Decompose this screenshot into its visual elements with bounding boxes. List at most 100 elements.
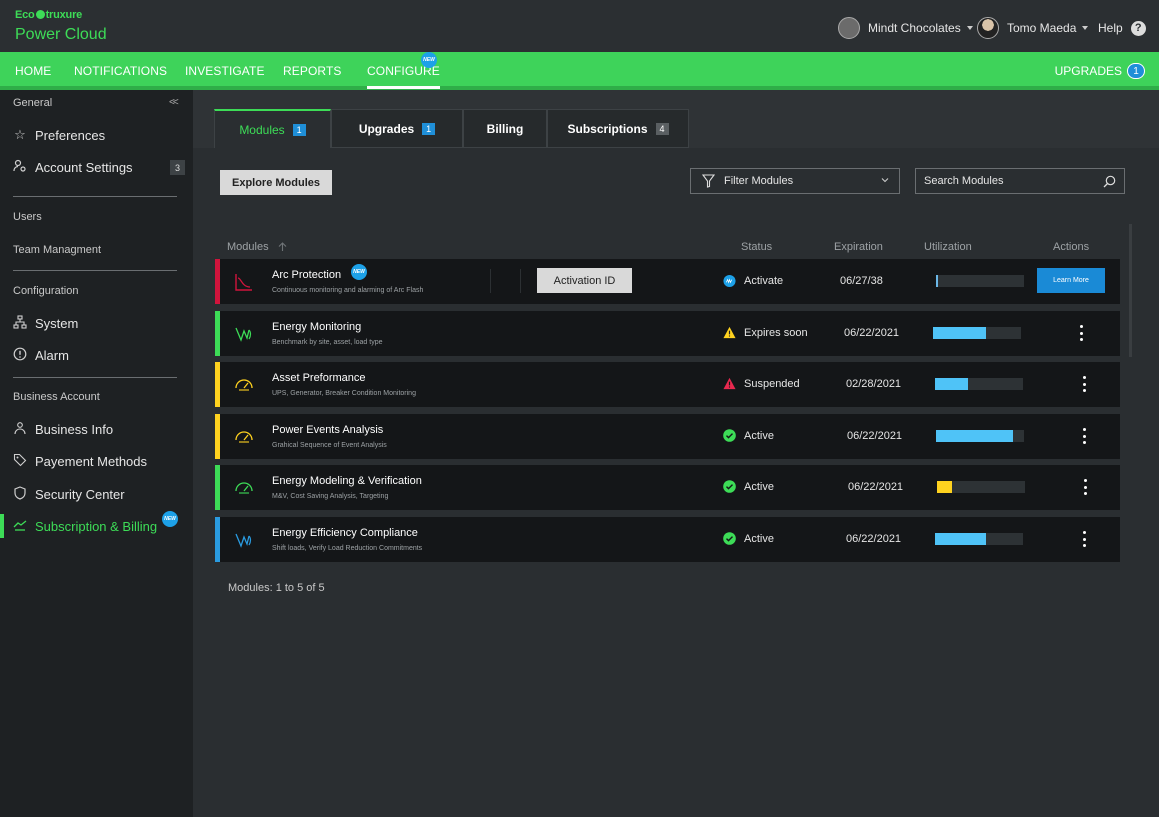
sidebar-item-business-info[interactable]: Business Info: [13, 421, 113, 438]
more-actions-icon[interactable]: [1081, 531, 1087, 547]
status-cell: Expires soon: [723, 326, 808, 339]
modules-count-badge: 1: [292, 123, 306, 136]
alert-circle-icon: [13, 347, 27, 364]
module-subtitle: M&V, Cost Saving Analysis, Targeting: [272, 493, 389, 500]
section-business-account: Business Account: [13, 391, 100, 403]
tab-subscriptions[interactable]: Subscriptions 4: [547, 109, 689, 148]
new-badge: NEW: [162, 511, 178, 527]
nav-notifications[interactable]: NOTIFICATIONS: [74, 64, 167, 78]
expiration-date: 02/28/2021: [846, 378, 902, 390]
nav-home[interactable]: HOME: [15, 64, 51, 78]
chevron-down-icon: [881, 177, 889, 183]
account-switcher[interactable]: Mindt Chocolates: [838, 16, 973, 40]
section-users[interactable]: Users: [13, 211, 42, 223]
activation-id-button[interactable]: Activation ID: [537, 268, 632, 293]
table-row[interactable]: Energy Modeling & Verification M&V, Cost…: [215, 465, 1120, 510]
more-actions-icon[interactable]: [1078, 325, 1084, 341]
column-actions: Actions: [1053, 241, 1090, 253]
utilization-bar: [933, 327, 1021, 339]
explore-modules-button[interactable]: Explore Modules: [220, 170, 332, 195]
settings-sidebar: General << ☆ Preferences Account Setting…: [0, 90, 193, 817]
module-subtitle: UPS, Generator, Breaker Condition Monito…: [272, 390, 416, 397]
utilization-fill: [936, 275, 938, 287]
table-row[interactable]: Energy Efficiency Compliance Shift loads…: [215, 517, 1120, 562]
sidebar-item-payment-methods[interactable]: Payement Methods: [13, 453, 147, 470]
arc-flash-icon: [234, 272, 254, 292]
expiration-date: 06/22/2021: [848, 481, 904, 493]
module-subtitle: Continuous monitoring and alarming of Ar…: [272, 287, 424, 294]
search-input[interactable]: [924, 175, 1094, 187]
new-badge-icon: [723, 274, 736, 287]
check-circle-icon: [723, 532, 736, 545]
utilization-fill: [935, 533, 987, 545]
sidebar-item-system[interactable]: System: [13, 315, 78, 332]
nav-investigate[interactable]: INVESTIGATE: [185, 64, 265, 78]
expiration-date: 06/27/38: [840, 275, 883, 287]
section-team-management[interactable]: Team Managment: [13, 244, 101, 256]
search-icon[interactable]: [1103, 175, 1116, 188]
divider: [520, 269, 521, 293]
nav-reports[interactable]: REPORTS: [283, 64, 342, 78]
utilization-bar: [936, 275, 1024, 287]
status-cell: Active: [723, 480, 774, 493]
tag-icon: [13, 453, 27, 470]
tab-billing[interactable]: Billing: [463, 109, 547, 148]
expiration-date: 06/22/2021: [847, 430, 903, 442]
utilization-bar: [937, 481, 1025, 493]
row-color-stripe: [215, 311, 220, 356]
check-circle-icon: [723, 480, 736, 493]
new-badge: NEW: [421, 52, 437, 68]
pagination-summary: Modules: 1 to 5 of 5: [228, 582, 325, 594]
user-menu[interactable]: Tomo Maeda: [977, 16, 1089, 40]
check-circle-icon: [723, 429, 736, 442]
utilization-bar: [935, 378, 1023, 390]
module-subtitle: Shift loads, Verify Load Reduction Commi…: [272, 545, 423, 552]
sidebar-item-alarm[interactable]: Alarm: [13, 347, 69, 364]
column-status[interactable]: Status: [741, 241, 772, 253]
status-cell: Active: [723, 429, 774, 442]
app-header: Eco truxure Power Cloud Mindt Chocolates …: [0, 0, 1159, 52]
learn-more-button[interactable]: Learn More: [1037, 268, 1105, 293]
expiration-date: 06/22/2021: [844, 327, 900, 339]
energy-efficiency-icon: [234, 530, 254, 550]
column-expiration[interactable]: Expiration: [834, 241, 883, 253]
module-title: Energy Modeling & Verification: [272, 475, 422, 487]
tab-upgrades[interactable]: Upgrades 1: [331, 109, 463, 148]
collapse-sidebar-icon[interactable]: <<: [169, 97, 179, 108]
table-row[interactable]: Arc Protection NEW Continuous monitoring…: [215, 259, 1120, 304]
sidebar-item-subscription-billing[interactable]: Subscription & Billing: [13, 518, 157, 535]
sidebar-item-account-settings[interactable]: Account Settings: [13, 159, 133, 176]
utilization-fill: [937, 481, 952, 493]
help-icon: ?: [1130, 20, 1146, 36]
module-title: Power Events Analysis: [272, 424, 384, 436]
ecostruxure-logo[interactable]: Eco truxure: [15, 9, 82, 21]
money-icon: [13, 518, 27, 535]
column-modules[interactable]: Modules: [227, 241, 287, 253]
table-row[interactable]: Energy Monitoring Benchmark by site, ass…: [215, 311, 1120, 356]
search-modules: [915, 168, 1125, 194]
tab-modules[interactable]: Modules 1: [214, 109, 331, 148]
chevron-down-icon: [1082, 26, 1089, 30]
filter-modules-dropdown[interactable]: Filter Modules: [690, 168, 900, 194]
utilization-fill: [933, 327, 986, 339]
column-utilization[interactable]: Utilization: [924, 241, 972, 253]
main-content: Modules 1 Upgrades 1 Billing Subscriptio…: [193, 90, 1159, 817]
subscriptions-count-badge: 4: [655, 122, 669, 135]
utilization-bar: [935, 533, 1023, 545]
sort-arrow-up-icon: [278, 242, 287, 252]
nav-upgrades[interactable]: UPGRADES 1: [1055, 63, 1145, 79]
scrollbar[interactable]: [1129, 224, 1132, 357]
utilization-fill: [935, 378, 969, 390]
table-row[interactable]: Power Events Analysis Grahical Sequence …: [215, 414, 1120, 459]
filter-icon: [702, 174, 715, 188]
sidebar-item-preferences[interactable]: ☆ Preferences: [13, 127, 105, 143]
more-actions-icon[interactable]: [1082, 479, 1088, 495]
utilization-fill: [936, 430, 1013, 442]
more-actions-icon[interactable]: [1081, 376, 1087, 392]
more-actions-icon[interactable]: [1081, 428, 1087, 444]
logo-dot-icon: [35, 10, 45, 19]
hierarchy-icon: [13, 315, 27, 332]
sidebar-item-security-center[interactable]: Security Center: [13, 486, 125, 503]
table-row[interactable]: Asset Preformance UPS, Generator, Breake…: [215, 362, 1120, 407]
help-link[interactable]: Help ?: [1098, 16, 1146, 40]
